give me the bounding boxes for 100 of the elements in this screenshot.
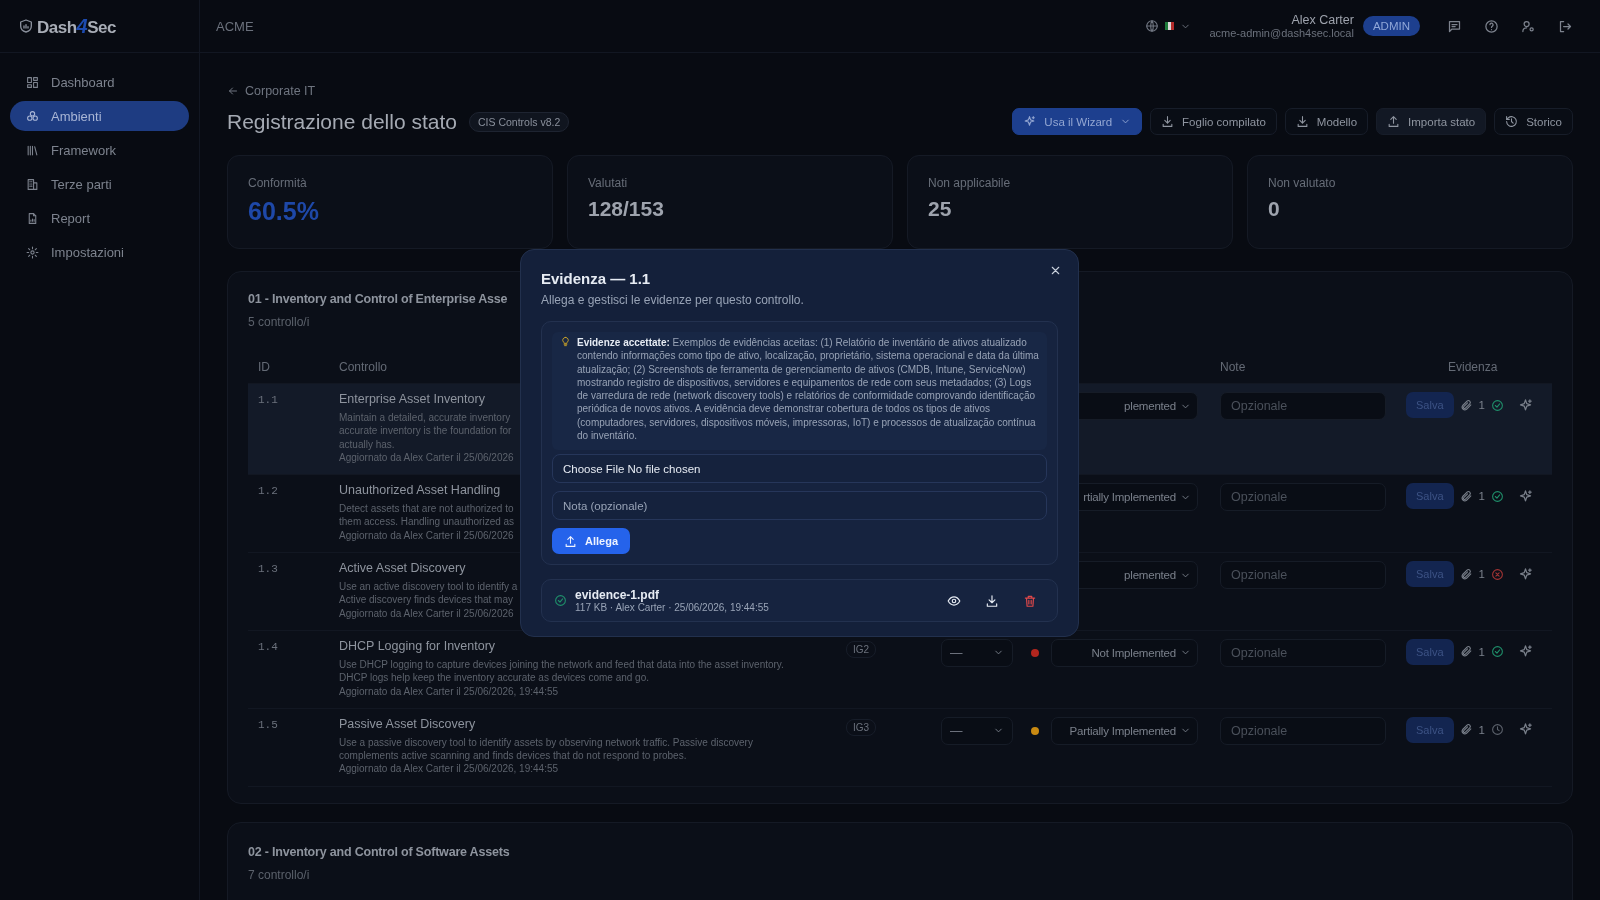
control-description: accurate inventory is the foundation for: [339, 424, 512, 438]
back-link[interactable]: Corporate IT: [227, 84, 316, 98]
x-circle-icon: [1490, 567, 1504, 581]
shield-icon: [18, 18, 34, 34]
stat-label: Non applicabile: [928, 176, 1012, 190]
attachment-count: 1: [1478, 490, 1485, 503]
toolbar-button[interactable]: Modello: [1284, 108, 1369, 135]
check-circle-icon: [1490, 398, 1504, 412]
updated-text: Aggiornato da Alex Carter il 25/06/2026: [339, 606, 514, 620]
control-description: Active discovery finds devices that may: [339, 593, 513, 607]
sidebar-item[interactable]: Report: [10, 203, 189, 233]
column-header: ID: [258, 360, 270, 374]
stat-value: 128/153: [588, 197, 665, 221]
status-select[interactable]: Not Implemented: [1051, 638, 1198, 667]
sparkle-icon: [1517, 644, 1533, 660]
paperclip-icon: [1459, 645, 1473, 659]
books-icon: [26, 143, 39, 157]
download-icon: [1161, 115, 1175, 128]
user-email: acme-admin@dash4sec.local: [1209, 27, 1354, 39]
control-description: complements active scanning and finds devices that do not respond to probes.: [339, 749, 687, 763]
attachment-count: 1: [1478, 399, 1485, 411]
level-select[interactable]: —: [941, 638, 1013, 667]
toolbar-button[interactable]: Usa il Wizard: [1012, 108, 1143, 135]
dialog-subtitle: Allega e gestisci le evidenze per questo controllo.: [541, 293, 805, 307]
download-icon: [1295, 115, 1309, 128]
sidebar-item[interactable]: Ambienti: [10, 101, 189, 131]
file-input[interactable]: Choose File No file chosen: [552, 454, 1047, 484]
sidebar-item[interactable]: Framework: [10, 135, 189, 165]
note-field[interactable]: Opzionale: [1220, 638, 1386, 667]
toolbar-button[interactable]: Foglio compilato: [1150, 108, 1277, 135]
section-title: 02 - Inventory and Control of Software Assets: [248, 844, 510, 859]
control-title: Passive Asset Discovery: [339, 716, 476, 731]
section-count: 5 controllo/i: [248, 315, 310, 329]
control-title: Enterprise Asset Inventory: [339, 392, 485, 406]
user-name: Alex Carter: [1291, 13, 1354, 27]
sidebar-item[interactable]: Dashboard: [10, 67, 189, 97]
sparkle-icon: [1517, 722, 1533, 738]
clock-icon: [1490, 723, 1504, 737]
control-title: Unauthorized Asset Handling: [339, 483, 501, 498]
dialog-title: Evidenza — 1.1: [541, 270, 652, 287]
file-meta: 117 KB · Alex Carter · 25/06/2026, 19:44:55: [575, 602, 770, 614]
control-description: DHCP logs help keep the inventory accurate as devices come and go.: [339, 671, 649, 685]
logout-icon: [1558, 18, 1573, 34]
user-settings-icon: [1521, 18, 1536, 34]
globe-icon: [1145, 19, 1160, 33]
sidebar-item[interactable]: Terze parti: [10, 169, 189, 199]
cluster-icon: [26, 109, 39, 123]
control-id: 1.1: [258, 393, 279, 406]
settings-icon: [26, 245, 39, 259]
lightbulb-icon: [560, 336, 571, 347]
level-select[interactable]: —: [941, 716, 1013, 745]
eye-icon: [947, 593, 961, 608]
check-circle-icon: [554, 594, 567, 608]
note-field[interactable]: Opzionale: [1220, 392, 1386, 420]
attach-button[interactable]: Allega: [552, 528, 630, 555]
toolbar-button[interactable]: Importa stato: [1376, 108, 1487, 135]
attachment-count: 1: [1478, 645, 1485, 658]
upload-icon: [1387, 115, 1401, 128]
note-field[interactable]: Opzionale: [1220, 561, 1386, 590]
note-field[interactable]: Opzionale: [1220, 716, 1386, 745]
sidebar-item[interactable]: Impostazioni: [10, 237, 189, 267]
control-description: them access. Handling unauthorized as: [339, 515, 515, 529]
note-input[interactable]: Nota (opzionale): [552, 491, 1047, 521]
toolbar-button[interactable]: Storico: [1494, 108, 1573, 135]
sparkle-icon: [1517, 488, 1533, 504]
column-header: Evidenza: [1447, 360, 1498, 374]
updated-text: Aggiornato da Alex Carter il 25/06/2026, 19:44:55: [339, 762, 559, 776]
column-header: Note: [1220, 360, 1246, 374]
check-circle-icon: [1490, 489, 1504, 503]
help-icon: [1484, 18, 1499, 34]
attachment-count: 1: [1478, 723, 1485, 736]
control-description: Detect assets that are not authorized to: [339, 502, 514, 516]
check-circle-icon: [1490, 645, 1504, 659]
updated-text: Aggiornato da Alex Carter il 25/06/2026: [339, 528, 514, 543]
download-icon: [985, 593, 999, 608]
note-field[interactable]: Opzionale: [1220, 483, 1386, 512]
section-count: 7 controllo/i: [248, 867, 310, 882]
status-select[interactable]: Partially Implemented: [1051, 716, 1198, 745]
control-description: Use DHCP logging to capture devices joining the network and feed that data into the asset inventory.: [339, 657, 784, 672]
stat-label: Valutati: [588, 176, 629, 190]
section-title: 01 - Inventory and Control of Enterprise Asse: [248, 292, 508, 306]
stat-value: 60.5%: [248, 197, 320, 226]
trash-icon: [1023, 593, 1037, 608]
organization-name: ACME: [216, 18, 255, 34]
framework-badge: CIS Controls v8.2: [468, 111, 570, 132]
document-icon: [26, 211, 39, 225]
control-id: 1.3: [258, 562, 279, 576]
chat-icon: [1447, 18, 1462, 34]
role-badge: ADMIN: [1362, 16, 1420, 36]
control-title: Active Asset Discovery: [339, 561, 466, 576]
page-title: Registrazione dello stato: [227, 109, 457, 134]
control-id: 1.5: [258, 717, 279, 731]
app-logo: Dash4Sec: [37, 14, 116, 38]
arrow-left-icon: [227, 85, 239, 97]
ig-badge: IG3: [846, 718, 877, 736]
language-selector[interactable]: [1145, 19, 1192, 33]
paperclip-icon: [1459, 723, 1473, 737]
column-header: Controllo: [339, 360, 388, 374]
upload-icon: [564, 534, 577, 548]
control-title: DHCP Logging for Inventory: [339, 638, 496, 653]
